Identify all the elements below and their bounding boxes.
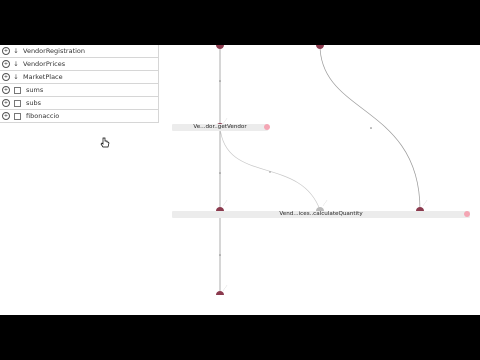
edge-marker <box>269 171 271 173</box>
sidebar-item-label: VendorPrices <box>23 60 66 68</box>
sidebar-item-vendorregistration[interactable]: + ↓ VendorRegistration <box>0 45 158 58</box>
edge-marker <box>219 80 221 82</box>
square-icon <box>14 99 21 107</box>
edge-curve-middle <box>219 126 321 211</box>
plus-circle-icon[interactable]: + <box>2 86 10 94</box>
function-end-marker <box>464 211 470 217</box>
edge-marker <box>219 254 221 256</box>
sidebar-item-label: sums <box>26 86 44 94</box>
sidebar-item-label: VendorRegistration <box>23 47 86 55</box>
sidebar-item-subs[interactable]: + subs <box>0 97 158 110</box>
plus-circle-icon[interactable]: + <box>2 47 10 55</box>
plus-circle-icon[interactable]: + <box>2 60 10 68</box>
sidebar-item-label: subs <box>26 99 42 107</box>
sidebar-item-sums[interactable]: + sums <box>0 84 158 97</box>
node-annotation: ······ <box>221 283 229 292</box>
node-annotation: ······ <box>221 198 229 207</box>
node-annotation: ······ <box>321 198 329 207</box>
plus-circle-icon[interactable]: + <box>2 99 10 107</box>
function-label: Ve...dor..getVendor <box>193 124 247 130</box>
graph-node[interactable] <box>316 45 324 49</box>
square-icon <box>14 86 21 94</box>
edge-marker <box>370 127 372 129</box>
sidebar-item-fibonaccio[interactable]: + fibonaccio <box>0 110 158 123</box>
function-bar-calculatequantity[interactable]: Vend...ices..calculateQuantity <box>172 211 470 218</box>
sidebar-item-vendorprices[interactable]: + ↓ VendorPrices <box>0 58 158 71</box>
square-icon <box>14 112 21 120</box>
function-end-marker <box>264 124 270 130</box>
app-canvas: ······ ······ ······ ······ ······ Ve...… <box>0 45 480 315</box>
plus-circle-icon[interactable]: + <box>2 73 10 81</box>
contract-list: + ↓ VendorRegistration + ↓ VendorPrices … <box>0 45 159 123</box>
plus-circle-icon[interactable]: + <box>2 112 10 120</box>
function-label: Vend...ices..calculateQuantity <box>279 211 363 217</box>
sidebar-item-label: MarketPlace <box>23 73 63 81</box>
node-annotation: ······ <box>421 198 429 207</box>
hand-cursor-icon <box>100 137 110 148</box>
download-arrow-icon: ↓ <box>13 73 19 81</box>
download-arrow-icon: ↓ <box>13 47 19 55</box>
download-arrow-icon: ↓ <box>13 60 19 68</box>
edge-curve-right <box>319 45 421 211</box>
edge-marker <box>219 172 221 174</box>
sidebar-item-label: fibonaccio <box>26 112 60 120</box>
function-bar-getvendor[interactable]: Ve...dor..getVendor <box>172 124 268 131</box>
sidebar-item-marketplace[interactable]: + ↓ MarketPlace <box>0 71 158 84</box>
graph-node[interactable] <box>216 45 224 49</box>
